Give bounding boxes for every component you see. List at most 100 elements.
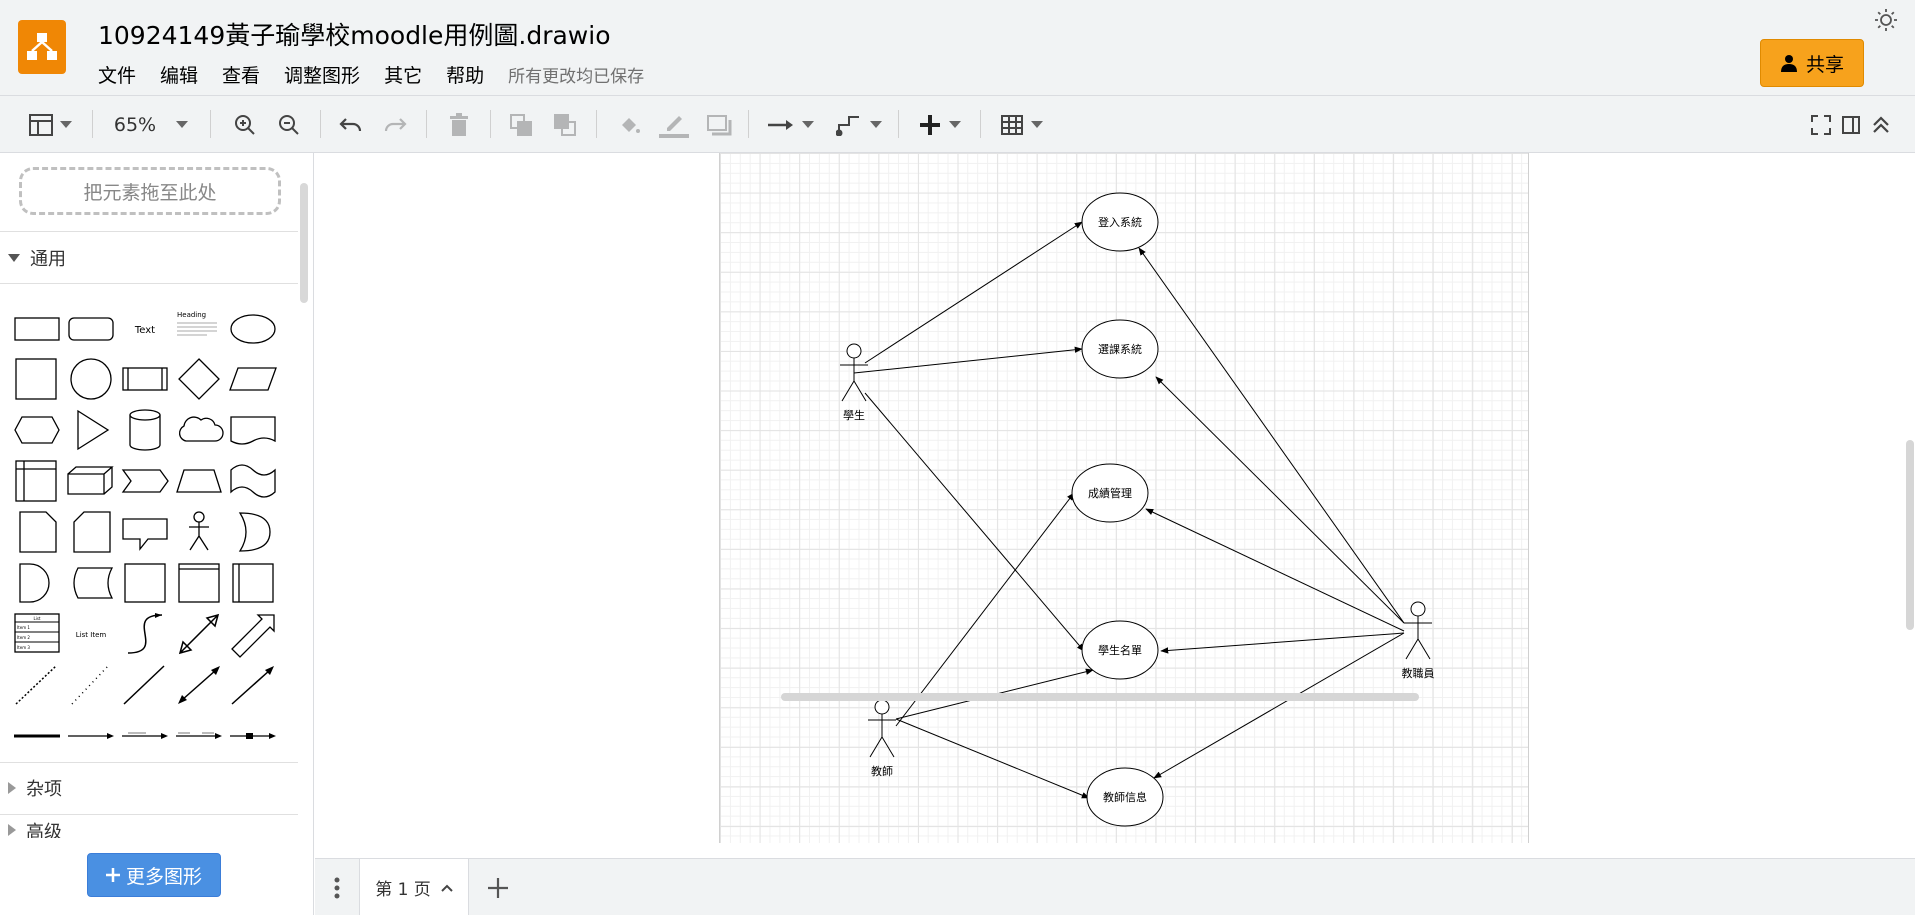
undo-button[interactable] xyxy=(336,96,366,153)
more-shapes-button[interactable]: 更多图形 xyxy=(87,853,221,897)
to-back-button[interactable] xyxy=(550,96,580,153)
cube-shape[interactable] xyxy=(64,456,118,506)
heading-shape[interactable]: Heading xyxy=(172,303,226,353)
menu-extras[interactable]: 其它 xyxy=(384,61,422,88)
link-with-handle-shape[interactable] xyxy=(226,711,280,761)
diamond-shape[interactable] xyxy=(172,354,226,404)
use-case-course-selection[interactable]: 選課系統 xyxy=(1081,319,1159,379)
chevron-up-icon[interactable] xyxy=(441,884,453,892)
actor-student[interactable]: 學生 xyxy=(840,343,868,422)
tab-page-1[interactable]: 第 1 页 xyxy=(359,859,469,915)
process-shape[interactable] xyxy=(118,354,172,404)
link-shape[interactable] xyxy=(64,711,118,761)
sun-icon[interactable] xyxy=(1874,8,1898,32)
use-case-login[interactable]: 登入系統 xyxy=(1081,192,1159,252)
document-shape[interactable] xyxy=(226,405,280,455)
card-shape[interactable] xyxy=(64,507,118,557)
edge-staff-login[interactable] xyxy=(1138,247,1405,624)
use-case-grade-management[interactable]: 成績管理 xyxy=(1071,463,1149,523)
table-button[interactable] xyxy=(996,96,1048,153)
save-status[interactable]: 所有更改均已保存 xyxy=(508,62,644,87)
share-button[interactable]: 共享 xyxy=(1760,39,1864,87)
trapezoid-shape[interactable] xyxy=(172,456,226,506)
data-storage-shape[interactable] xyxy=(64,558,118,608)
list-item-shape[interactable]: List Item xyxy=(64,609,118,659)
use-case-teacher-info[interactable]: 教師信息 xyxy=(1086,767,1164,827)
actor-staff[interactable]: 教職員 xyxy=(1402,601,1435,680)
use-case-student-roster[interactable]: 學生名單 xyxy=(1081,620,1159,680)
link-double-label-shape[interactable] xyxy=(172,711,226,761)
curve-shape[interactable] xyxy=(118,609,172,659)
zoom-select[interactable]: 65% xyxy=(106,96,196,153)
internal-storage-shape[interactable] xyxy=(10,456,64,506)
horizontal-scrollbar[interactable] xyxy=(781,693,1419,701)
link-labeled-shape[interactable] xyxy=(118,711,172,761)
edge-staff-info[interactable] xyxy=(1153,632,1405,779)
edge-student-login[interactable] xyxy=(864,221,1083,364)
connection-style-select[interactable] xyxy=(764,96,818,153)
add-page-button[interactable] xyxy=(473,859,523,915)
square-shape[interactable] xyxy=(10,354,64,404)
section-general[interactable]: 通用 xyxy=(0,233,298,283)
fill-color-button[interactable] xyxy=(614,96,644,153)
menu-edit[interactable]: 编辑 xyxy=(160,61,198,88)
edge-teacher-grades[interactable] xyxy=(895,492,1075,727)
dashed-line-shape[interactable] xyxy=(10,660,64,710)
drop-zone[interactable]: 把元素拖至此处 xyxy=(19,167,281,215)
insert-button[interactable] xyxy=(914,96,966,153)
format-panel-button[interactable] xyxy=(1836,96,1866,153)
vertical-container-shape[interactable] xyxy=(226,558,280,608)
note-shape[interactable] xyxy=(10,507,64,557)
menu-help[interactable]: 帮助 xyxy=(446,61,484,88)
zoom-in-button[interactable] xyxy=(230,96,260,153)
menu-view[interactable]: 查看 xyxy=(222,61,260,88)
step-shape[interactable] xyxy=(118,456,172,506)
use-case-diagram[interactable]: 登入系統 選課系統 成績管理 學生名單 教師信息 學生 教師 教職員 xyxy=(720,153,1530,843)
diagram-canvas[interactable]: 登入系統 選課系統 成績管理 學生名單 教師信息 學生 教師 教職員 xyxy=(315,153,1915,858)
fullscreen-button[interactable] xyxy=(1806,96,1836,153)
pages-menu-button[interactable] xyxy=(315,859,359,915)
menu-arrange[interactable]: 调整图形 xyxy=(284,61,360,88)
callout-shape[interactable] xyxy=(118,507,172,557)
collapse-button[interactable] xyxy=(1866,96,1896,153)
circle-shape[interactable] xyxy=(64,354,118,404)
delete-button[interactable] xyxy=(444,96,474,153)
triangle-shape[interactable] xyxy=(64,405,118,455)
edge-staff-course[interactable] xyxy=(1155,376,1405,624)
edge-student-roster[interactable] xyxy=(864,392,1085,652)
bidirectional-arrow-shape[interactable] xyxy=(172,609,226,659)
drawio-logo-icon[interactable] xyxy=(18,20,66,74)
rectangle-shape[interactable] xyxy=(10,303,64,353)
shadow-button[interactable] xyxy=(704,96,734,153)
arrow-shape[interactable] xyxy=(226,609,280,659)
dotted-line-shape[interactable] xyxy=(64,660,118,710)
delay-shape[interactable] xyxy=(10,558,64,608)
or-shape[interactable] xyxy=(226,507,280,557)
document-title[interactable]: 10924149黃子瑜學校moodle用例圖.drawio xyxy=(98,16,611,52)
list-shape[interactable]: List Item 1 Item 2 Item 3 xyxy=(10,609,64,659)
text-shape[interactable]: Text xyxy=(118,303,172,353)
tape-shape[interactable] xyxy=(226,456,280,506)
bidirectional-connector-shape[interactable] xyxy=(172,660,226,710)
parallelogram-shape[interactable] xyxy=(226,354,280,404)
diagram-page[interactable]: 登入系統 選課系統 成績管理 學生名單 教師信息 學生 教師 教職員 xyxy=(719,153,1529,843)
edge-staff-grades[interactable] xyxy=(1145,508,1405,632)
edge-teacher-info[interactable] xyxy=(895,718,1090,799)
to-front-button[interactable] xyxy=(506,96,536,153)
sidebar-scrollbar[interactable] xyxy=(300,183,308,303)
edge-student-course[interactable] xyxy=(853,346,1083,374)
actor-teacher[interactable]: 教師 xyxy=(868,699,896,778)
section-misc[interactable]: 杂项 xyxy=(0,763,298,813)
cylinder-shape[interactable] xyxy=(118,405,172,455)
cloud-shape[interactable] xyxy=(172,405,226,455)
container-shape[interactable] xyxy=(118,558,172,608)
redo-button[interactable] xyxy=(380,96,410,153)
waypoint-style-select[interactable] xyxy=(832,96,886,153)
actor-shape[interactable] xyxy=(172,507,226,557)
edge-staff-roster[interactable] xyxy=(1160,632,1405,654)
menu-file[interactable]: 文件 xyxy=(98,61,136,88)
vertical-scrollbar[interactable] xyxy=(1906,440,1914,630)
section-advanced[interactable]: 高级 xyxy=(0,818,298,838)
thick-line-shape[interactable] xyxy=(10,711,64,761)
format-panel-toggle[interactable] xyxy=(22,96,78,153)
